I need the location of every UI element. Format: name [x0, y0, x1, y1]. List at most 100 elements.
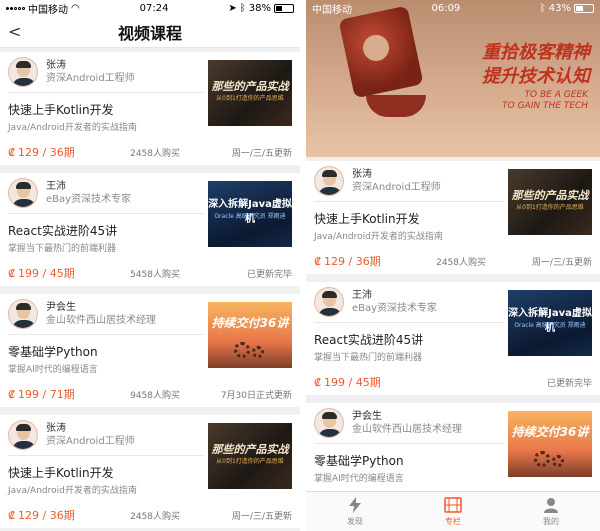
battery-percent: 43%: [548, 2, 571, 14]
hero-banner[interactable]: 中国移动 06:09 ᛒ 43% 重拾极客精神 提升技术认知 TO BE A G…: [306, 0, 600, 157]
status-bar: 中国移动 ◠ 07:24 ➤ ᛒ 38%: [0, 0, 300, 16]
tab-user[interactable]: 我的: [502, 492, 600, 531]
tab-lightning[interactable]: 发现: [306, 492, 404, 531]
thumb-subtitle: 从0到1打造你的产品思维: [516, 204, 584, 211]
course-card[interactable]: 王沛 eBay资深技术专家 React实战进阶45讲 掌握当下最热门的前端利器 ₡ 199…: [0, 173, 300, 286]
avatar: [8, 420, 38, 450]
tab-film[interactable]: 专栏: [404, 492, 502, 531]
status-bar: 中国移动 06:09 ᛒ 43%: [306, 0, 600, 16]
course-footer: ₡199 / 71期 9458人购买 7月30日正式更新: [8, 381, 292, 407]
sales-count: 2458人购买: [436, 257, 486, 268]
thumb-title: 持续交付36讲: [211, 316, 289, 330]
carrier-label: 中国移动: [28, 4, 68, 16]
price-tag: ₡ 199 / 45期: [314, 374, 424, 390]
divider: [8, 92, 204, 93]
course-footer: ₡ 199 / 45期 5458人购买 已更新完毕: [8, 260, 292, 286]
author-role: eBay资深技术专家: [46, 194, 132, 205]
clock: 06:09: [431, 2, 461, 14]
sales-count: 5458人购买: [130, 269, 180, 280]
author-role: 金山软件西山居技术经理: [352, 424, 462, 435]
banner-english-1: TO BE A GEEK: [524, 90, 588, 100]
location-icon: ➤: [228, 2, 237, 14]
avatar: [314, 287, 344, 317]
course-card[interactable]: 尹会生金山软件西山居技术经理零基础学Python掌握AI时代的编程语言₡199 …: [0, 294, 300, 407]
coin-icon: ₡: [314, 254, 321, 268]
update-schedule: 周一/三/五更新: [231, 148, 292, 159]
sales-count: 2458人购买: [130, 511, 180, 522]
price-tag: ₡199 / 71期: [8, 386, 118, 402]
author-name: 尹会生: [46, 302, 76, 313]
gear-icon: [552, 455, 564, 467]
divider: [314, 322, 504, 323]
course-cover-image[interactable]: 那些的产品实战 从0到1打造你的产品思维: [208, 60, 292, 126]
coin-icon: ₡: [8, 266, 15, 280]
clock: 07:24: [139, 2, 169, 14]
update-schedule: 周一/三/五更新: [231, 511, 292, 522]
course-cover-image[interactable]: 持续交付36讲: [508, 411, 592, 477]
avatar: [8, 57, 38, 87]
thumb-title: 深入拆解Java虚拟机: [208, 199, 292, 225]
price-value: 129 / 36期: [18, 509, 75, 522]
price-tag: ₡ 199 / 45期: [8, 265, 118, 281]
sales-count: 9458人购买: [130, 390, 180, 401]
course-footer: ₡ 129 / 36期 2458人购买 周一/三/五更新: [8, 502, 292, 528]
course-list: 张涛 资深Android工程师 快速上手Kotlin开发 Java/Android开发…: [306, 161, 600, 524]
update-schedule: 7月30日正式更新: [220, 390, 292, 401]
price-value: 199 / 45期: [18, 267, 75, 280]
thumb-subtitle: 从0到1打造你的产品思维: [216, 458, 284, 465]
banner-english-2: TO GAIN THE TECH: [502, 101, 588, 111]
divider: [8, 334, 204, 335]
carrier-label: 中国移动: [312, 4, 352, 16]
tab-label: 发现: [347, 517, 363, 526]
geek-logo-graphic: [338, 5, 424, 99]
divider: [314, 201, 504, 202]
thumb-subtitle: Oracle 高级研究员 郑雨迪: [514, 322, 586, 329]
user-icon: [542, 496, 560, 514]
course-cover-image[interactable]: 深入拆解Java虚拟机 Oracle 高级研究员 郑雨迪: [208, 181, 292, 247]
bluetooth-icon: ᛒ: [539, 2, 546, 14]
thumb-title: 深入拆解Java虚拟机: [508, 308, 592, 334]
avatar: [314, 408, 344, 438]
course-card[interactable]: 王沛 eBay资深技术专家 React实战进阶45讲 掌握当下最热门的前端利器 ₡ 199…: [306, 282, 600, 395]
course-footer: ₡ 199 / 45期 已更新完毕: [314, 369, 592, 395]
wifi-icon: ◠: [71, 2, 80, 14]
page-title: 视频课程: [117, 23, 182, 43]
battery-icon: [574, 3, 594, 13]
lightning-icon: [346, 496, 364, 514]
film-icon: [444, 496, 462, 514]
author-role: 金山软件西山居技术经理: [46, 315, 156, 326]
course-cover-image[interactable]: 持续交付36讲: [208, 302, 292, 368]
back-chevron-icon[interactable]: <: [8, 22, 28, 42]
coin-icon: ₡: [314, 375, 321, 389]
left-screen: 中国移动 ◠ 07:24 ➤ ᛒ 38% < 视频课程 张涛 资深Android工…: [0, 0, 300, 531]
bowl-graphic: [366, 95, 426, 117]
author-role: 资深Android工程师: [352, 182, 441, 193]
price-tag: ₡ 129 / 36期: [8, 507, 118, 523]
author-role: eBay资深技术专家: [352, 303, 438, 314]
author-name: 张涛: [352, 169, 372, 180]
tab-bar: 发现 专栏 我的: [306, 491, 600, 531]
thumb-subtitle: Oracle 高级研究员 郑雨迪: [214, 213, 286, 220]
price-tag: ₡ 129 / 36期: [314, 253, 424, 269]
update-schedule: 周一/三/五更新: [531, 257, 592, 268]
course-card[interactable]: 张涛 资深Android工程师 快速上手Kotlin开发 Java/Android开发…: [0, 415, 300, 528]
author-name: 王沛: [46, 181, 66, 192]
thumb-title: 持续交付36讲: [511, 425, 589, 439]
divider: [8, 213, 204, 214]
author-name: 张涛: [46, 60, 66, 71]
author-name: 尹会生: [352, 411, 382, 422]
thumb-title: 那些的产品实战: [511, 189, 589, 202]
price-value: 129 / 36期: [324, 255, 381, 268]
coin-icon: ₡: [8, 145, 15, 159]
course-cover-image[interactable]: 那些的产品实战 从0到1打造你的产品思维: [208, 423, 292, 489]
course-footer: ₡ 129 / 36期 2458人购买 周一/三/五更新: [8, 139, 292, 165]
banner-headline-1: 重拾极客精神: [482, 42, 590, 63]
course-cover-image[interactable]: 深入拆解Java虚拟机 Oracle 高级研究员 郑雨迪: [508, 290, 592, 356]
update-schedule: 已更新完毕: [546, 378, 592, 389]
thumb-title: 那些的产品实战: [211, 80, 289, 93]
right-screen: 中国移动 06:09 ᛒ 43% 重拾极客精神 提升技术认知 TO BE A G…: [306, 0, 600, 531]
course-cover-image[interactable]: 那些的产品实战从0到1打造你的产品思维: [508, 169, 592, 235]
avatar: [8, 178, 38, 208]
course-card[interactable]: 张涛 资深Android工程师 快速上手Kotlin开发 Java/Android开发…: [306, 161, 600, 274]
course-card[interactable]: 张涛 资深Android工程师 快速上手Kotlin开发 Java/Android开发…: [0, 52, 300, 165]
